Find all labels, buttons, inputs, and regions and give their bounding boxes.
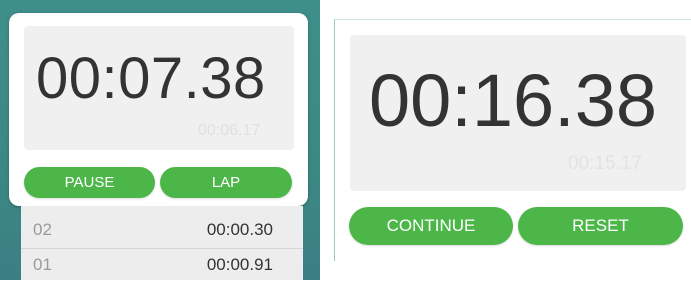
lap-list: 02 00:00.30 01 00:00.91 (21, 206, 303, 280)
continue-button[interactable]: CONTINUE (349, 207, 513, 245)
pause-button[interactable]: PAUSE (24, 167, 155, 198)
previous-lap-time: 00:06.17 (198, 122, 261, 139)
elapsed-time: 00:16.38 (369, 59, 658, 142)
reset-button[interactable]: RESET (518, 207, 683, 245)
lap-button[interactable]: LAP (160, 167, 292, 198)
elapsed-time: 00:07.38 (36, 46, 266, 111)
lap-time: 00:00.30 (206, 220, 273, 239)
lap-row: 01 00:00.91 (21, 248, 303, 283)
lap-index: 01 (33, 255, 52, 274)
lap-time: 00:00.91 (206, 255, 273, 274)
previous-lap-time: 00:15.17 (568, 153, 642, 174)
lap-index: 02 (33, 220, 52, 239)
lap-row: 02 00:00.30 (21, 214, 303, 248)
